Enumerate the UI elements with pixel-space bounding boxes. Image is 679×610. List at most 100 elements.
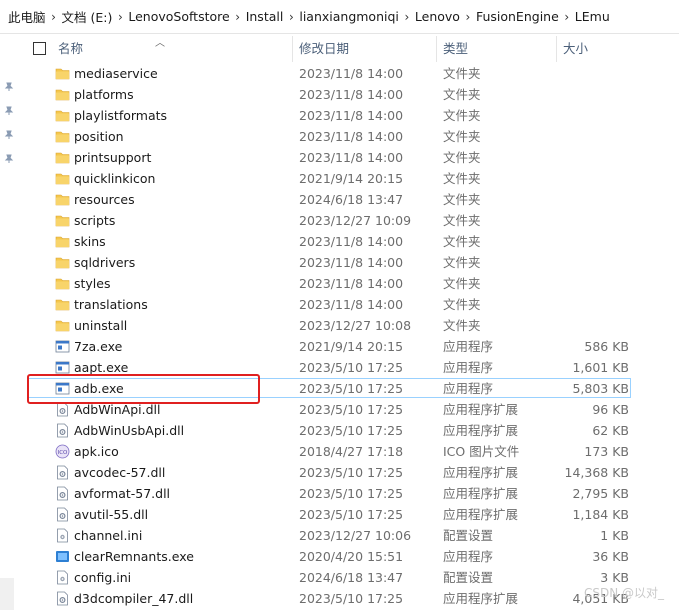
breadcrumb-item[interactable]: Lenovo [415, 9, 460, 24]
file-name: d3dcompiler_47.dll [74, 591, 194, 606]
file-row[interactable]: skins 2023/11/8 14:00 文件夹 [20, 231, 679, 252]
watermark: CSDN @以对_ [584, 586, 665, 600]
file-name: avcodec-57.dll [74, 465, 166, 480]
file-row[interactable]: channel.ini 2023/12/27 10:06 配置设置 1 KB [20, 525, 679, 546]
folder-icon [55, 276, 70, 291]
breadcrumb-item[interactable]: FusionEngine [476, 9, 559, 24]
breadcrumb-item[interactable]: Install [246, 9, 284, 24]
column-divider[interactable] [436, 36, 437, 62]
file-name: skins [74, 234, 106, 249]
breadcrumb-item[interactable]: lianxiangmoniqi [299, 9, 399, 24]
file-type: 文件夹 [443, 192, 481, 207]
file-type: 文件夹 [443, 171, 481, 186]
file-name: position [74, 129, 124, 144]
file-row[interactable]: AdbWinUsbApi.dll 2023/5/10 17:25 应用程序扩展 62 … [20, 420, 679, 441]
file-date-modified: 2023/5/10 17:25 [299, 591, 404, 606]
file-date-modified: 2024/6/18 13:47 [299, 570, 404, 585]
file-row[interactable]: clearRemnants.exe 2020/4/20 15:51 应用程序 36 K… [20, 546, 679, 567]
pin-icon[interactable] [4, 106, 14, 116]
breadcrumb-chevron-icon[interactable]: › [283, 10, 299, 24]
file-type: 应用程序扩展 [443, 591, 519, 606]
file-date-modified: 2018/4/27 17:18 [299, 444, 404, 459]
file-row[interactable]: ICO apk.ico 2018/4/27 17:18 ICO 图片文件 173 KB [20, 441, 679, 462]
navigation-pane-edge [0, 34, 20, 610]
file-row[interactable]: styles 2023/11/8 14:00 文件夹 [20, 273, 679, 294]
dll-icon [55, 591, 70, 606]
breadcrumb-chevron-icon[interactable]: › [46, 10, 62, 24]
file-type: 文件夹 [443, 150, 481, 165]
file-size: 62 KB [592, 423, 629, 438]
file-row[interactable]: avcodec-57.dll 2023/5/10 17:25 应用程序扩展 14,36… [20, 462, 679, 483]
file-size: 586 KB [584, 339, 629, 354]
breadcrumb-item[interactable]: 此电脑 [8, 7, 46, 26]
breadcrumb-chevron-icon[interactable]: › [399, 10, 415, 24]
ini-icon [55, 528, 70, 543]
file-name: channel.ini [74, 528, 143, 543]
file-date-modified: 2023/11/8 14:00 [299, 129, 404, 144]
file-row[interactable]: avformat-57.dll 2023/5/10 17:25 应用程序扩展 2,79… [20, 483, 679, 504]
file-size: 14,368 KB [564, 465, 629, 480]
file-name: avformat-57.dll [74, 486, 171, 501]
column-header-date[interactable]: 修改日期 [299, 34, 349, 64]
file-row[interactable]: position 2023/11/8 14:00 文件夹 [20, 126, 679, 147]
file-type: 应用程序扩展 [443, 423, 519, 438]
file-date-modified: 2023/5/10 17:25 [299, 402, 404, 417]
file-date-modified: 2023/5/10 17:25 [299, 423, 404, 438]
file-type: 配置设置 [443, 570, 494, 585]
file-name: clearRemnants.exe [74, 549, 194, 564]
file-row[interactable]: platforms 2023/11/8 14:00 文件夹 [20, 84, 679, 105]
pin-icon[interactable] [4, 130, 14, 140]
file-row[interactable]: mediaservice 2023/11/8 14:00 文件夹 [20, 63, 679, 84]
scrollbar[interactable] [0, 578, 14, 610]
file-date-modified: 2024/6/18 13:47 [299, 192, 404, 207]
file-row[interactable]: AdbWinApi.dll 2023/5/10 17:25 应用程序扩展 96 KB [20, 399, 679, 420]
breadcrumb-chevron-icon[interactable]: › [230, 10, 246, 24]
file-row[interactable]: resources 2024/6/18 13:47 文件夹 [20, 189, 679, 210]
file-row[interactable]: quicklinkicon 2021/9/14 20:15 文件夹 [20, 168, 679, 189]
file-type: ICO 图片文件 [443, 444, 520, 459]
file-row[interactable]: adb.exe 2023/5/10 17:25 应用程序 5,803 KB [20, 378, 679, 399]
breadcrumb-chevron-icon[interactable]: › [460, 10, 476, 24]
file-date-modified: 2021/9/14 20:15 [299, 339, 404, 354]
column-header-name[interactable]: 名称 [58, 34, 83, 64]
file-date-modified: 2023/11/8 14:00 [299, 297, 404, 312]
file-size: 2,795 KB [572, 486, 629, 501]
pin-icon[interactable] [4, 82, 14, 92]
file-row[interactable]: d3dcompiler_47.dll 2023/5/10 17:25 应用程序扩展 4… [20, 588, 679, 609]
column-divider[interactable] [556, 36, 557, 62]
column-divider[interactable] [292, 36, 293, 62]
breadcrumb-chevron-icon[interactable]: › [559, 10, 575, 24]
file-name: quicklinkicon [74, 171, 156, 186]
file-type: 文件夹 [443, 276, 481, 291]
file-size: 1 KB [600, 528, 629, 543]
file-row[interactable]: scripts 2023/12/27 10:09 文件夹 [20, 210, 679, 231]
file-type: 应用程序 [443, 381, 494, 396]
folder-icon [55, 66, 70, 81]
file-date-modified: 2023/11/8 14:00 [299, 276, 404, 291]
file-size: 36 KB [592, 549, 629, 564]
folder-icon [55, 192, 70, 207]
file-date-modified: 2023/11/8 14:00 [299, 87, 404, 102]
file-row[interactable]: playlistformats 2023/11/8 14:00 文件夹 [20, 105, 679, 126]
file-row[interactable]: uninstall 2023/12/27 10:08 文件夹 [20, 315, 679, 336]
file-row[interactable]: 7za.exe 2021/9/14 20:15 应用程序 586 KB [20, 336, 679, 357]
file-type: 应用程序扩展 [443, 486, 519, 501]
breadcrumb-chevron-icon[interactable]: › [112, 10, 128, 24]
pin-icon[interactable] [4, 154, 14, 164]
breadcrumb-item[interactable]: 文档 (E:) [62, 7, 113, 26]
file-name: aapt.exe [74, 360, 129, 375]
file-row[interactable]: aapt.exe 2023/5/10 17:25 应用程序 1,601 KB [20, 357, 679, 378]
select-all-checkbox[interactable] [33, 42, 46, 55]
column-header-size[interactable]: 大小 [563, 34, 588, 64]
breadcrumb-item[interactable]: LenovoSoftstore [128, 9, 229, 24]
column-header-type[interactable]: 类型 [443, 34, 468, 64]
breadcrumb-item[interactable]: LEmu [575, 9, 610, 24]
file-row[interactable]: config.ini 2024/6/18 13:47 配置设置 3 KB [20, 567, 679, 588]
file-row[interactable]: avutil-55.dll 2023/5/10 17:25 应用程序扩展 1,184 … [20, 504, 679, 525]
file-name: platforms [74, 87, 134, 102]
file-row[interactable]: printsupport 2023/11/8 14:00 文件夹 [20, 147, 679, 168]
file-row[interactable]: sqldrivers 2023/11/8 14:00 文件夹 [20, 252, 679, 273]
file-name: playlistformats [74, 108, 168, 123]
folder-icon [55, 318, 70, 333]
file-row[interactable]: translations 2023/11/8 14:00 文件夹 [20, 294, 679, 315]
